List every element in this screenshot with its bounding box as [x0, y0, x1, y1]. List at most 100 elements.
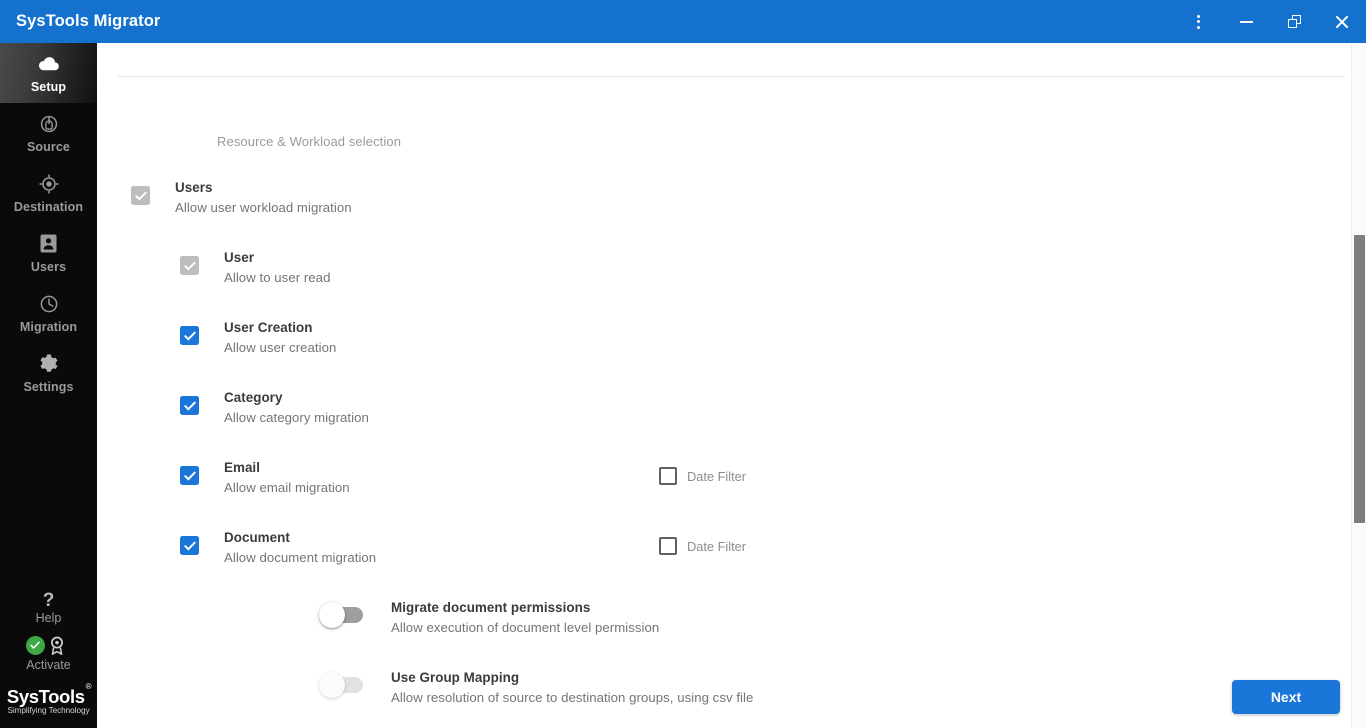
workload-row-category[interactable]: Category Allow category migration: [97, 384, 1366, 454]
toggle-knob: [319, 602, 345, 628]
sidebar-item-users[interactable]: Users: [0, 223, 97, 283]
row-text-group: User Creation Allow user creation: [224, 319, 336, 357]
row-title: User: [224, 250, 254, 265]
section-caption: Resource & Workload selection: [217, 134, 402, 149]
date-filter-label: Date Filter: [687, 538, 747, 554]
row-description: Allow user workload migration: [175, 200, 352, 215]
row-text-group: User Allow to user read: [224, 249, 330, 287]
toggle-migrate-document-permissions[interactable]: [319, 602, 363, 628]
close-button[interactable]: [1318, 0, 1366, 43]
app-window: SysTools Migrator Setup Source Destinati…: [0, 0, 1366, 728]
row-description: Allow document migration: [224, 550, 377, 565]
row-text-group: Document Allow document migration: [224, 529, 376, 567]
logo-name: SysTools: [6, 686, 85, 708]
restore-button[interactable]: [1270, 0, 1318, 43]
row-title: Users: [175, 180, 213, 195]
minimize-icon: [1239, 20, 1253, 23]
title-bar: SysTools Migrator: [0, 0, 1366, 43]
toggle-knob: [319, 672, 345, 698]
close-icon: [1335, 15, 1349, 29]
checkbox-users: [131, 186, 150, 205]
workload-row-email[interactable]: Email Allow email migration Date Filter: [97, 454, 1366, 524]
row-text-group: Migrate document permissions Allow execu…: [391, 599, 659, 637]
checkbox-category[interactable]: [180, 396, 199, 415]
row-text-group: Use Group Mapping Allow resolution of so…: [391, 669, 753, 707]
workload-row-document[interactable]: Document Allow document migration Date F…: [97, 524, 1366, 594]
toggle-use-group-mapping[interactable]: [319, 672, 363, 698]
sidebar-item-migration[interactable]: Migration: [0, 283, 97, 343]
kebab-menu-button[interactable]: [1174, 0, 1222, 43]
workload-row-user[interactable]: User Allow to user read: [97, 244, 1366, 314]
sidebar-item-settings[interactable]: Settings: [0, 343, 97, 403]
sidebar-item-source[interactable]: Source: [0, 103, 97, 163]
target-icon: [38, 173, 60, 195]
sidebar-bottom: ? Help Activate SysTools® Simplifying Te…: [0, 586, 97, 728]
cloud-icon: [38, 53, 60, 75]
logo-registered: ®: [85, 681, 92, 691]
header-divider: [118, 76, 1345, 77]
sidebar-item-label: Users: [30, 259, 67, 274]
scrollbar-thumb[interactable]: [1354, 235, 1365, 523]
green-check-icon: [25, 635, 45, 655]
date-filter-document[interactable]: Date Filter: [659, 537, 746, 555]
sidebar-item-activate[interactable]: Activate: [0, 631, 97, 676]
sidebar-item-label: Destination: [13, 199, 84, 214]
row-description: Allow email migration: [224, 480, 350, 495]
help-label: Help: [35, 610, 62, 625]
app-title: SysTools Migrator: [16, 12, 161, 30]
sidebar-item-label: Settings: [23, 379, 74, 394]
sidebar-item-setup[interactable]: Setup: [0, 43, 97, 103]
gear-icon: [38, 353, 60, 375]
row-description: Allow category migration: [224, 410, 369, 425]
logo-tagline: Simplifying Technology: [7, 706, 90, 716]
vertical-scrollbar[interactable]: [1351, 43, 1366, 728]
question-mark-icon: ?: [42, 589, 55, 611]
award-badge-icon: [48, 636, 66, 655]
row-description: Allow to user read: [224, 270, 331, 285]
workload-row-users[interactable]: Users Allow user workload migration: [97, 174, 1366, 244]
workload-row-user-creation[interactable]: User Creation Allow user creation: [97, 314, 1366, 384]
checkbox-email[interactable]: [180, 466, 199, 485]
checkbox-document[interactable]: [180, 536, 199, 555]
content-area: Resource & Workload selection Users Allo…: [97, 43, 1366, 728]
sidebar: Setup Source Destination Users Migration…: [0, 43, 97, 728]
activate-icon-group: [25, 635, 72, 656]
row-text-group: Users Allow user workload migration: [175, 179, 352, 217]
checkbox-user-creation[interactable]: [180, 326, 199, 345]
date-filter-email[interactable]: Date Filter: [659, 467, 746, 485]
user-card-icon: [38, 233, 60, 255]
logo-wordmark: SysTools®: [6, 681, 92, 708]
row-title: Email: [224, 460, 260, 475]
clock-icon: [38, 293, 60, 315]
checkbox-date-filter[interactable]: [659, 467, 677, 485]
row-text-group: Email Allow email migration: [224, 459, 350, 497]
row-title: Migrate document permissions: [391, 600, 591, 615]
row-title: Category: [224, 390, 283, 405]
checkbox-user: [180, 256, 199, 275]
checkbox-date-filter[interactable]: [659, 537, 677, 555]
row-text-group: Category Allow category migration: [224, 389, 369, 427]
toggle-row-use-group-mapping[interactable]: Use Group Mapping Allow resolution of so…: [97, 664, 1366, 728]
row-description: Allow execution of document level permis…: [391, 620, 660, 635]
workload-list: Users Allow user workload migration User…: [97, 174, 1366, 728]
activate-label: Activate: [26, 657, 71, 672]
sidebar-item-label: Setup: [30, 79, 67, 94]
row-description: Allow resolution of source to destinatio…: [391, 690, 754, 705]
source-icon: [38, 113, 60, 135]
row-title: Use Group Mapping: [391, 670, 520, 685]
next-button[interactable]: Next: [1232, 680, 1340, 714]
date-filter-label: Date Filter: [687, 468, 747, 484]
sidebar-item-label: Migration: [19, 319, 78, 334]
window-controls: [1174, 0, 1366, 43]
toggle-row-migrate-document-permissions[interactable]: Migrate document permissions Allow execu…: [97, 594, 1366, 664]
sidebar-item-label: Source: [27, 139, 70, 154]
row-title: User Creation: [224, 320, 313, 335]
systools-logo: SysTools® Simplifying Technology: [0, 676, 97, 728]
sidebar-item-help[interactable]: ? Help: [0, 586, 97, 631]
row-title: Document: [224, 530, 290, 545]
restore-icon: [1287, 15, 1301, 28]
sidebar-item-destination[interactable]: Destination: [0, 163, 97, 223]
minimize-button[interactable]: [1222, 0, 1270, 43]
kebab-menu-icon: [1196, 14, 1200, 29]
row-description: Allow user creation: [224, 340, 337, 355]
